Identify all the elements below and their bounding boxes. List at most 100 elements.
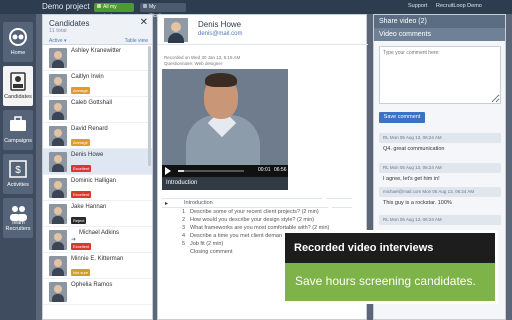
campaigns-icon [10,116,26,131]
bell-icon [143,4,147,8]
avatar [49,282,67,302]
candidates-header: Candidates 11 total ✕ Active ▾ Table vie… [43,15,152,45]
comment-body: I agree, let's get him in! [383,176,440,182]
candidates-total: 11 total [49,28,67,34]
seek-bar[interactable] [178,170,244,172]
rating-badge: Not sure [71,269,91,276]
question-number: 2 [182,217,186,223]
candidate-row[interactable]: David Renard Average [43,123,152,149]
video-title: Introduction [162,177,288,190]
my-projects-button[interactable]: All my projects [94,3,134,19]
nav-home[interactable]: Home [3,22,33,62]
candidate-name: Denis Howe [71,152,104,158]
filter-label: Active [49,38,63,44]
support-link[interactable]: Support [408,3,427,9]
close-icon[interactable]: ✕ [140,17,148,28]
comment-meta: michael@mail.com Mon 05 Aug 13, 06:24 AM [379,187,501,197]
candidate-name: Dominic Halligan [71,178,117,184]
candidate-name: Ophelia Ramos [71,282,113,288]
avatar [49,152,67,172]
candidate-name: Minnie E. Kitterman [71,256,124,262]
nav-activities[interactable]: $ Activities [3,154,33,194]
table-view-link[interactable]: Table view [125,38,148,44]
activities-icon: $ [9,160,27,178]
share-video-header[interactable]: Share video (2) [374,15,505,28]
rating-badge: Excellent [71,191,92,198]
candidate-row[interactable]: ➜ Michael Adkins Excellent [43,227,152,253]
comment: RL Mon 05 Aug 13, 06:24 AM Q4. great com… [379,133,501,155]
video-controls: 00:01 06:56 [162,165,288,177]
avatar [164,18,188,43]
avatar [49,48,67,68]
nav-team-label: Team [11,220,25,226]
candidate-row[interactable]: Ophelia Ramos [43,279,152,305]
question-number: 1 [182,209,186,215]
avatar [49,126,67,146]
candidate-name: Caleb Gottshall [71,100,113,106]
questionnaire-name: Questionnaire: Web designer [164,61,223,66]
candidate-row[interactable]: Dominic Halligan Excellent [43,175,152,201]
question-number: 3 [182,225,186,231]
left-nav: Home Candidates Campaigns $ Activities R… [0,14,36,320]
save-comment-button[interactable]: Save comment [379,112,425,123]
comment-meta: RL Mon 05 Aug 13, 06:24 AM [379,163,501,173]
comment-body: Q4. great communication [383,146,445,152]
candidate-row[interactable]: Ashley Kranewitter [43,45,152,71]
candidate-row[interactable]: Jake Hannan Reject [43,201,152,227]
candidate-name: David Renard [71,126,108,132]
question-text: Job fit (2 min) [190,241,224,247]
nav-activities-label: Activities [7,182,29,188]
nav-campaigns-label: Campaigns [4,138,32,144]
section-label: Introduction [184,200,213,206]
candidates-panel: Candidates 11 total ✕ Active ▾ Table vie… [42,14,153,320]
comment: RL Mon 05 Aug 13, 06:24 AM I agree, let'… [379,163,501,185]
user-menu[interactable]: RecruitLoop Demo [436,3,482,9]
candidate-row[interactable]: Caleb Gottshall [43,97,152,123]
candidate-row-selected[interactable]: Denis Howe Excellent [43,149,152,175]
seek-progress [178,170,184,172]
callout-tagline: Save hours screening candidates. [285,263,495,301]
top-bar: Demo project All my projects My notifica… [0,0,512,19]
callout-title: Recorded video interviews [285,233,495,263]
rating-badge: Average [71,87,90,94]
comment-meta: RL Mon 05 Aug 13, 06:24 AM [379,133,501,143]
projects-icon [97,4,101,8]
profile-header: Denis Howe denis@mail.com [158,15,368,45]
svg-text:$: $ [15,165,21,176]
play-icon[interactable] [165,167,171,175]
candidate-name-title: Denis Howe [198,20,242,29]
callout-arrow [294,180,336,232]
comment: michael@mail.com Mon 05 Aug 13, 06:24 AM… [379,187,501,209]
candidate-name: Michael Adkins [79,230,120,236]
comment-input[interactable] [379,46,501,104]
notifications-button[interactable]: My notifications [140,3,186,19]
rating-badge: Reject [71,217,87,224]
project-title[interactable]: Demo project [42,2,90,11]
comment-meta: RL Mon 05 Aug 13, 06:24 AM [379,215,501,225]
nav-candidates[interactable]: Candidates [3,66,33,106]
total-time: 06:56 [274,167,287,173]
avatar [49,100,67,120]
candidate-name: Ashley Kranewitter [71,48,122,54]
candidate-row[interactable]: Caitlyn Irwin Average [43,71,152,97]
avatar [49,204,67,224]
avatar [49,74,67,94]
question-text: Closing comment [190,249,233,255]
scrollbar[interactable] [148,46,151,166]
candidates-title: Candidates [49,19,90,28]
recording-meta: Recorded on Wed 30 Jan 13, 5:15 AM Quest… [164,55,240,67]
nav-campaigns[interactable]: Campaigns [3,110,33,150]
chevron-right-icon: ▸ [165,201,169,207]
share-arrow-icon: ➜ [71,237,77,243]
rating-badge: Excellent [71,243,92,250]
avatar [49,256,67,276]
filter-dropdown[interactable]: Active ▾ [49,38,67,44]
video-player[interactable]: 00:01 06:56 Introduction [162,69,288,190]
rating-badge: Average [71,139,90,146]
candidates-icon [10,72,26,91]
candidate-row[interactable]: Minnie E. Kitterman Not sure [43,253,152,279]
candidate-name: Jake Hannan [71,204,107,210]
candidate-email[interactable]: denis@mail.com [198,31,242,37]
nav-candidates-label: Candidates [4,94,32,100]
nav-team[interactable]: Team [3,218,33,230]
